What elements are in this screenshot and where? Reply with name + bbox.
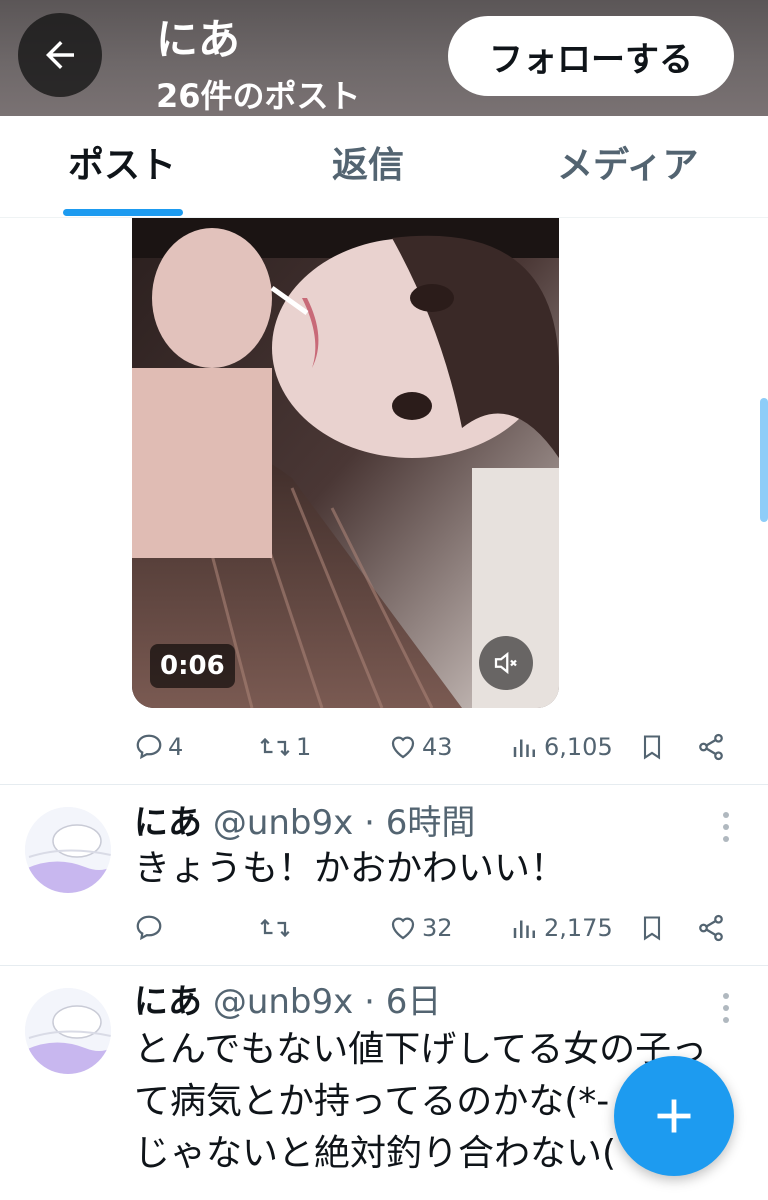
bookmark-button[interactable]: [638, 717, 666, 777]
tab-media[interactable]: メディア: [557, 142, 698, 190]
views-button[interactable]: 2,175: [510, 898, 613, 958]
reply-button[interactable]: [134, 898, 164, 958]
tweet-text: きょうも！かおかわいい！: [134, 848, 567, 889]
post-count: 26件のポスト: [156, 77, 361, 115]
avatar-image: [25, 807, 111, 893]
tweet-author-name[interactable]: にあ: [134, 803, 202, 843]
follow-button[interactable]: フォローする: [448, 16, 734, 96]
share-button[interactable]: [696, 717, 726, 777]
bookmark-button[interactable]: [638, 898, 666, 958]
mute-button[interactable]: [479, 636, 533, 690]
active-tab-indicator: [63, 209, 183, 216]
tweet-handle[interactable]: @unb9x: [213, 982, 353, 1022]
tweet-handle[interactable]: @unb9x: [213, 803, 353, 843]
media-post-actions: 4 1 43 6,105: [0, 717, 768, 777]
views-icon: [513, 920, 535, 938]
view-count: 2,175: [544, 914, 613, 942]
avatar[interactable]: [25, 988, 111, 1074]
video-duration: 0:06: [150, 644, 235, 688]
tweet-separator: ·: [364, 803, 375, 843]
share-button[interactable]: [696, 898, 726, 958]
compose-plus-icon: [657, 1099, 691, 1133]
bookmark-icon: [643, 735, 661, 760]
video-frame: [132, 218, 559, 708]
repost-button[interactable]: [258, 898, 292, 958]
like-button[interactable]: 32: [388, 898, 453, 958]
repost-icon: [260, 918, 290, 938]
profile-header: にあ 26件のポスト フォローする: [0, 0, 768, 116]
reply-count: 4: [168, 733, 184, 761]
mute-icon: [494, 651, 517, 675]
compose-button[interactable]: [614, 1056, 734, 1176]
share-icon: [699, 733, 723, 761]
tab-posts[interactable]: ポスト: [68, 142, 176, 190]
share-icon: [699, 914, 723, 942]
back-arrow-icon: [46, 41, 74, 69]
like-count: 43: [422, 733, 453, 761]
tweet-separator: ·: [364, 982, 375, 1022]
like-icon: [391, 736, 415, 759]
tweet-time[interactable]: 6時間: [386, 803, 476, 843]
tab-replies[interactable]: 返信: [332, 142, 404, 190]
tweet-author-name[interactable]: にあ: [134, 982, 202, 1022]
back-button[interactable]: [18, 13, 102, 97]
scrollbar[interactable]: [760, 398, 768, 522]
bookmark-icon: [643, 916, 661, 941]
repost-button[interactable]: 1: [258, 717, 311, 777]
tweet-item[interactable]: にあ @unb9x · 6時間 きょうも！かおかわいい！ 32 2,175: [0, 785, 768, 965]
profile-name: にあ: [156, 15, 241, 64]
avatar-image: [25, 988, 111, 1074]
profile-tabs: ポスト 返信 メディア: [0, 116, 768, 218]
like-count: 32: [422, 914, 453, 942]
reply-icon: [136, 734, 162, 760]
video-media[interactable]: 0:06: [132, 218, 559, 708]
views-icon: [513, 739, 535, 757]
like-icon: [391, 917, 415, 940]
repost-icon: [260, 737, 290, 757]
view-count: 6,105: [544, 733, 613, 761]
views-button[interactable]: 6,105: [510, 717, 613, 777]
like-button[interactable]: 43: [388, 717, 453, 777]
reply-button[interactable]: 4: [134, 717, 183, 777]
tweet-time[interactable]: 6日: [386, 982, 442, 1022]
more-icon[interactable]: [714, 990, 738, 1026]
avatar[interactable]: [25, 807, 111, 893]
reply-icon: [136, 915, 162, 941]
tweet-actions: 32 2,175: [0, 898, 768, 958]
more-icon[interactable]: [714, 809, 738, 845]
repost-count: 1: [296, 733, 312, 761]
